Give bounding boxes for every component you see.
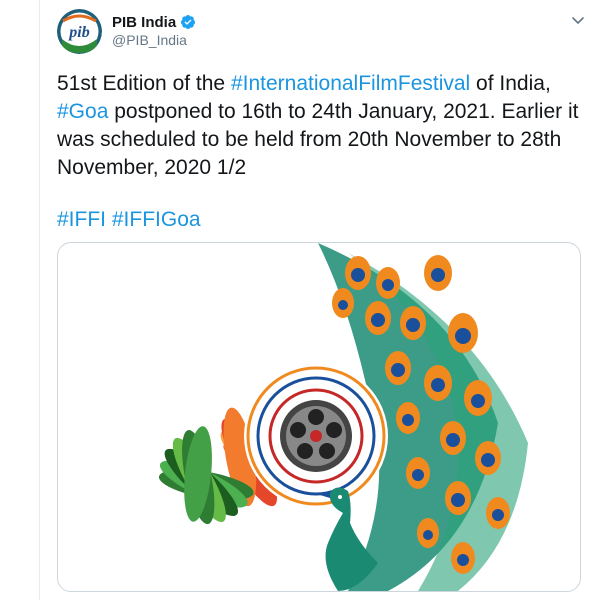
- tweet-text: 51st Edition of the #InternationalFilmFe…: [57, 70, 587, 182]
- tweet-text-part: of India,: [470, 72, 551, 95]
- hashtag-link[interactable]: #IFFI: [57, 208, 106, 231]
- tweet-text-part: postponed to 16th to 24th January, 2021.…: [57, 100, 579, 179]
- author-name-row: PIB India: [112, 12, 196, 32]
- svg-text:pib: pib: [67, 24, 89, 41]
- hashtag-link[interactable]: #Goa: [57, 100, 108, 123]
- tweet-card: pib PIB India @PIB_India 51st Edition of…: [39, 0, 600, 600]
- iffi-peacock-artwork: [158, 243, 528, 591]
- tweet-hashtags: #IFFI #IFFIGoa: [57, 206, 587, 234]
- film-reel-emblem: [244, 364, 388, 508]
- verified-badge-icon: [181, 15, 196, 29]
- chevron-down-icon[interactable]: [570, 12, 586, 28]
- author-handle[interactable]: @PIB_India: [112, 32, 187, 48]
- author-name[interactable]: PIB India: [112, 14, 176, 31]
- hashtag-link[interactable]: #InternationalFilmFestival: [231, 72, 470, 95]
- hashtag-link[interactable]: #IFFIGoa: [112, 208, 201, 231]
- tweet-media-image[interactable]: [57, 242, 581, 592]
- author-avatar[interactable]: pib: [57, 9, 102, 54]
- pib-logo-icon: pib: [57, 9, 102, 54]
- tweet-text-part: 51st Edition of the: [57, 72, 231, 95]
